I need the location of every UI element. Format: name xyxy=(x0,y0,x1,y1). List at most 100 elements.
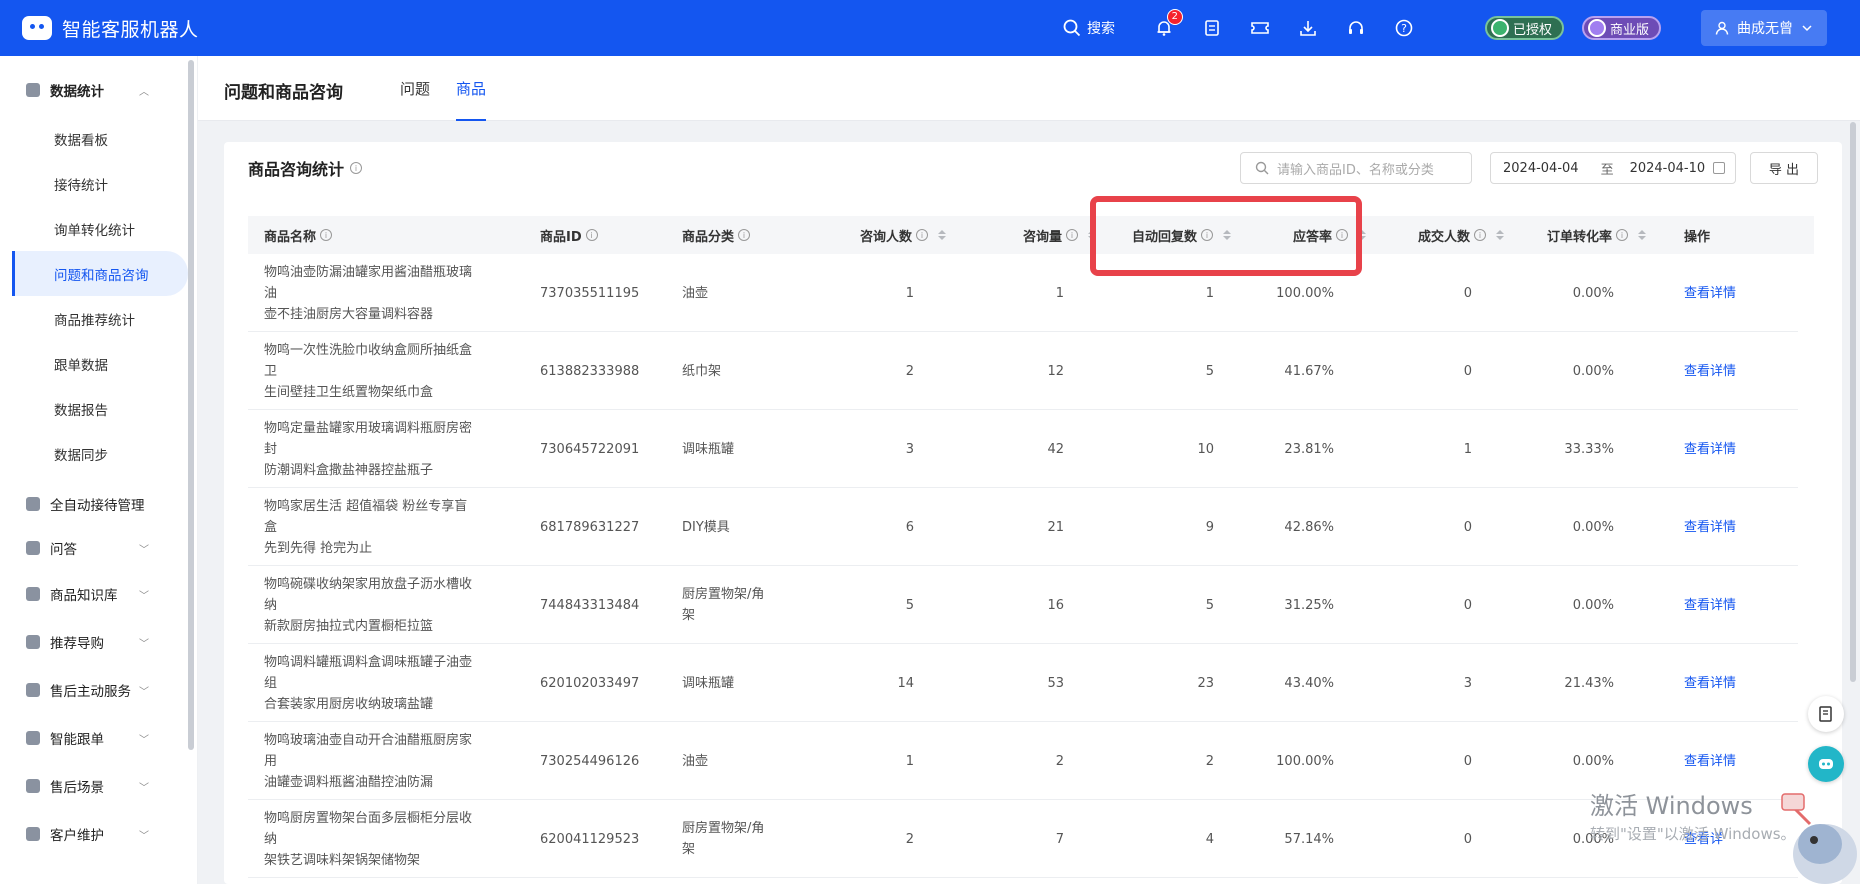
col-product-name: 商品名称 i xyxy=(264,216,333,254)
column-label: 操作 xyxy=(1684,229,1711,245)
notification-button[interactable]: 2 xyxy=(1151,9,1183,41)
robot-chat-icon xyxy=(1819,759,1833,769)
sidebar-group-customer[interactable]: 客户维护 ﹀ xyxy=(0,810,197,858)
authorized-label: 已授权 xyxy=(1513,22,1553,38)
view-details-link[interactable]: 查看详情 xyxy=(1684,254,1736,332)
sidebar-item-label: 跟单数据 xyxy=(54,357,108,374)
user-menu[interactable]: 曲成无曾 xyxy=(1701,10,1828,46)
table-row: 物鸣一次性洗脸巾收纳盒厕所抽纸盒卫 生间壁挂卫生纸置物架纸巾盒 6138823339… xyxy=(248,332,1798,410)
info-icon[interactable]: i xyxy=(585,229,598,241)
info-icon[interactable]: i xyxy=(916,229,928,241)
main-scrollbar[interactable] xyxy=(1850,122,1856,682)
info-icon[interactable]: i xyxy=(1066,229,1078,241)
brand[interactable]: 智能客服机器人 xyxy=(0,0,199,56)
sidebar-item-dashboard[interactable]: 数据看板 xyxy=(0,116,197,161)
app-title: 智能客服机器人 xyxy=(62,18,199,41)
sidebar-group-auto-reception[interactable]: 全自动接待管理 xyxy=(0,482,197,526)
info-icon[interactable]: i xyxy=(1474,229,1486,241)
sidebar-group-smart-follow[interactable]: 智能跟单 ﹀ xyxy=(0,714,197,762)
date-range-picker[interactable]: 2024-04-04 至 2024-04-10 xyxy=(1490,152,1736,184)
sidebar-item-data-sync[interactable]: 数据同步 xyxy=(0,431,197,476)
edition-badge[interactable]: 商业版 xyxy=(1582,16,1662,40)
notes-float-button[interactable] xyxy=(1808,696,1844,732)
col-consult-users[interactable]: 咨询人数 i xyxy=(808,216,946,254)
category-line1: 厨房置物架/角 xyxy=(682,587,765,602)
tab-questions[interactable]: 问题 xyxy=(400,78,430,121)
sidebar-scrollbar[interactable] xyxy=(188,60,194,750)
view-details-link[interactable]: 查看详情 xyxy=(1684,332,1736,410)
cell-answer-rate: 41.67% xyxy=(1284,363,1334,379)
col-consults[interactable]: 咨询量 i xyxy=(958,216,1096,254)
page-title: 问题和商品咨询 xyxy=(224,83,343,103)
export-button[interactable]: 导 出 xyxy=(1750,152,1818,184)
sidebar-item-inquiry-conversion[interactable]: 询单转化统计 xyxy=(0,206,197,251)
form-button[interactable] xyxy=(1199,15,1225,41)
user-name: 曲成无曾 xyxy=(1737,21,1794,37)
col-deals[interactable]: 成交人数 i xyxy=(1378,216,1504,254)
cell-consult-users: 3 xyxy=(905,441,914,457)
cell-product-name: 物鸣玻璃油壶自动开合油醋瓶厨房家用 油罐壶调料瓶酱油醋控油防漏 xyxy=(264,722,474,800)
column-label: 商品ID xyxy=(540,229,582,245)
sidebar-group-guide[interactable]: 推荐导购 ﹀ xyxy=(0,618,197,666)
table-row: 物鸣玻璃油壶自动开合油醋瓶厨房家用 油罐壶调料瓶酱油醋控油防漏 7302544961… xyxy=(248,722,1798,800)
info-icon[interactable]: i xyxy=(1616,229,1628,241)
view-details-link[interactable]: 查看详情 xyxy=(1684,644,1736,722)
sort-icon[interactable] xyxy=(938,230,946,240)
sort-icon[interactable] xyxy=(1496,230,1504,240)
product-name-line2: 防潮调料盒撒盐神器控盐瓶子 xyxy=(264,462,434,478)
notification-badge: 2 xyxy=(1166,9,1183,25)
sidebar-item-product-recommend[interactable]: 商品推荐统计 xyxy=(0,296,197,341)
download-button[interactable] xyxy=(1295,15,1321,41)
chevron-up-icon: ︿ xyxy=(139,86,149,98)
tab-products[interactable]: 商品 xyxy=(456,78,487,121)
product-name-line1: 物鸣油壶防漏油罐家用酱油醋瓶玻璃油 xyxy=(264,264,473,301)
cell-conversion-rate: 21.43% xyxy=(1564,675,1614,691)
sidebar-group-qa[interactable]: 问答 ﹀ xyxy=(0,526,197,570)
ticket-icon xyxy=(1251,22,1269,34)
crown-icon xyxy=(1588,19,1607,37)
sidebar-group-data-stats[interactable]: 数据统计 ︿ xyxy=(0,64,197,116)
product-search-input[interactable]: 请输入商品ID、名称或分类 xyxy=(1240,152,1472,184)
info-icon[interactable]: i xyxy=(738,229,751,241)
authorized-badge[interactable]: 已授权 xyxy=(1485,16,1565,40)
sidebar-group-aftersale-service[interactable]: 售后主动服务 ﹀ xyxy=(0,666,197,714)
chat-float-button[interactable] xyxy=(1808,746,1844,782)
cell-product-id: 681789631227 xyxy=(540,519,640,535)
cell-product-name: 物鸣定量盐罐家用玻璃调料瓶厨房密封 防潮调料盒撒盐神器控盐瓶子 xyxy=(264,410,474,488)
sidebar-group-knowledge[interactable]: 商品知识库 ﹀ xyxy=(0,570,197,618)
sidebar-item-reception-stats[interactable]: 接待统计 xyxy=(0,161,197,206)
category-line1: DIY模具 xyxy=(682,519,730,535)
view-details-link[interactable]: 查看详情 xyxy=(1684,410,1736,488)
date-start[interactable]: 2024-04-04 xyxy=(1503,161,1579,176)
cell-deals: 0 xyxy=(1463,831,1472,847)
cell-consults: 42 xyxy=(1047,441,1064,457)
date-end[interactable]: 2024-04-10 xyxy=(1630,161,1706,176)
cell-product-id: 613882333988 xyxy=(540,363,640,379)
chevron-down-icon: ﹀ xyxy=(139,782,149,794)
ticket-button[interactable] xyxy=(1247,15,1273,41)
sidebar-group-aftersale-scene[interactable]: 售后场景 ﹀ xyxy=(0,762,197,810)
sidebar-item-follow-data[interactable]: 跟单数据 xyxy=(0,341,197,386)
support-button[interactable] xyxy=(1343,15,1369,41)
info-icon[interactable]: i xyxy=(350,162,363,174)
cell-product-name: 物鸣碗碟收纳架家用放盘子沥水槽收纳 新款厨房抽拉式内置橱柜拉篮 xyxy=(264,566,474,644)
bag-icon xyxy=(26,587,40,601)
cell-conversion-rate: 0.00% xyxy=(1572,363,1614,379)
info-icon[interactable]: i xyxy=(320,229,333,241)
cell-consults: 2 xyxy=(1055,753,1064,769)
sidebar-item-question-product[interactable]: 问题和商品咨询 xyxy=(12,251,188,296)
col-actions: 操作 xyxy=(1684,216,1710,254)
category-line1: 厨房置物架/角 xyxy=(682,821,765,836)
top-search-button[interactable]: 搜索 xyxy=(1063,18,1115,38)
product-name-line1: 物鸣家居生活 超值福袋 粉丝专享盲盒 xyxy=(264,498,468,535)
sort-icon[interactable] xyxy=(1638,230,1646,240)
col-conversion-rate[interactable]: 订单转化率 i xyxy=(1518,216,1646,254)
cell-answer-rate: 23.81% xyxy=(1284,441,1334,457)
search-placeholder: 请输入商品ID、名称或分类 xyxy=(1277,162,1434,178)
cell-auto-replies: 10 xyxy=(1197,441,1214,457)
document-icon xyxy=(1205,20,1219,36)
view-details-link[interactable]: 查看详情 xyxy=(1684,488,1736,566)
view-details-link[interactable]: 查看详情 xyxy=(1684,566,1736,644)
help-button[interactable]: ? xyxy=(1391,15,1417,41)
sidebar-item-data-report[interactable]: 数据报告 xyxy=(0,386,197,431)
